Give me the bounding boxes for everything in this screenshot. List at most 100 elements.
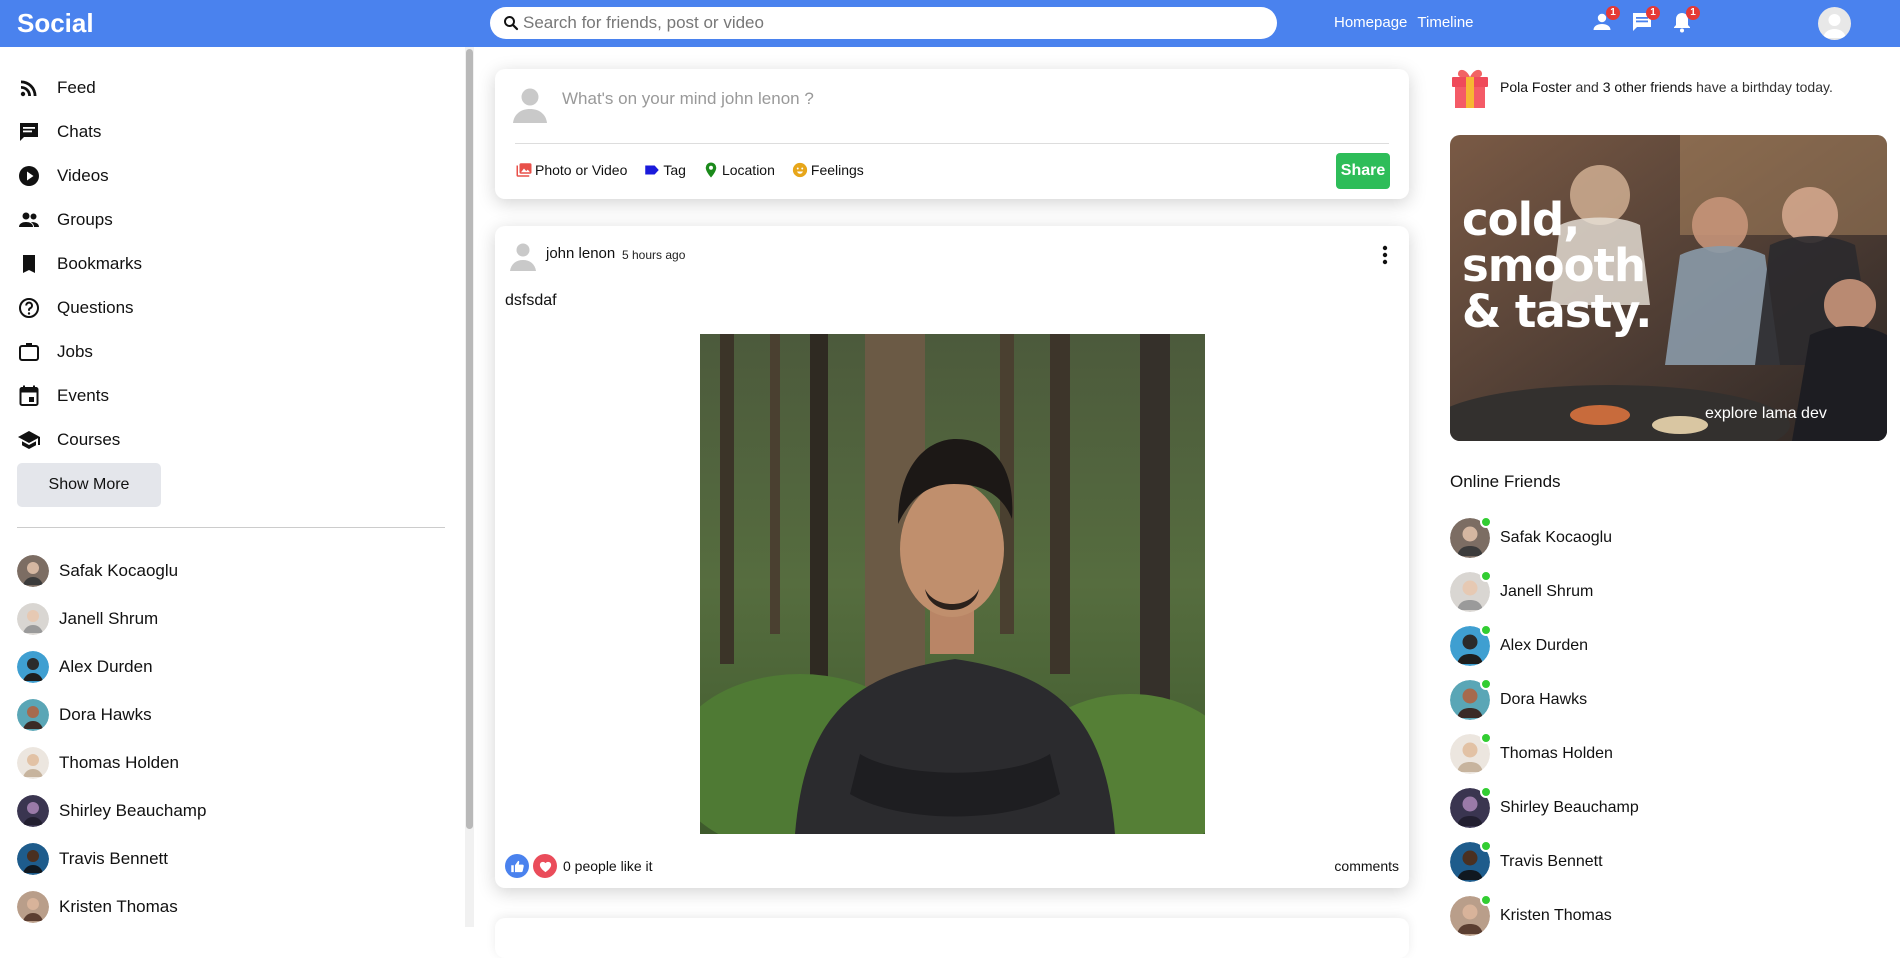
- love-button[interactable]: [533, 854, 557, 878]
- gift-icon: [1452, 69, 1488, 108]
- online-friends-list: Safak Kocaoglu Janell Shrum Alex Durden …: [1450, 511, 1639, 943]
- sidebar-item-label: Groups: [57, 210, 113, 229]
- online-friend[interactable]: Janell Shrum: [1450, 565, 1639, 619]
- share-box: Photo or Video Tag Location Feelings Sha…: [495, 69, 1409, 199]
- ad-tagline: explore lama dev: [1705, 405, 1827, 422]
- option-label: Feelings: [810, 162, 864, 178]
- emoji-icon: [792, 162, 808, 178]
- sidebar-friend[interactable]: Alex Durden: [17, 643, 206, 691]
- online-friend[interactable]: Thomas Holden: [1450, 727, 1639, 781]
- app-logo[interactable]: Social: [17, 8, 94, 39]
- friend-name: Alex Durden: [59, 657, 153, 676]
- topbar: Social Homepage Timeline 1 1 1: [0, 0, 1900, 47]
- sidebar-item-label: Videos: [57, 166, 109, 185]
- post-author-avatar[interactable]: [507, 239, 539, 271]
- photo-video-option[interactable]: Photo or Video: [515, 161, 627, 179]
- post-author[interactable]: john lenon: [546, 245, 615, 262]
- homepage-link[interactable]: Homepage: [1334, 14, 1407, 31]
- online-indicator: [1480, 516, 1492, 528]
- online-friend[interactable]: Kristen Thomas: [1450, 889, 1639, 943]
- sidebar-menu: Feed Chats Videos Groups Bookmarks Quest…: [17, 66, 142, 462]
- sidebar-item-feed[interactable]: Feed: [17, 66, 142, 110]
- show-more-button[interactable]: Show More: [17, 463, 161, 507]
- birthday-name[interactable]: Pola Foster: [1500, 79, 1572, 95]
- sidebar-item-groups[interactable]: Groups: [17, 198, 142, 242]
- online-indicator: [1480, 678, 1492, 690]
- sidebar-scrollbar[interactable]: [465, 47, 474, 927]
- friend-name: Shirley Beauchamp: [1500, 799, 1639, 816]
- post-card: john lenon 5 hours ago dsfsdaf 0 people …: [495, 226, 1409, 888]
- like-button[interactable]: [505, 854, 529, 878]
- rss-feed-icon: [20, 80, 37, 97]
- sidebar-item-questions[interactable]: Questions: [17, 286, 142, 330]
- option-label: Photo or Video: [535, 162, 628, 178]
- avatar: [17, 795, 49, 827]
- online-friend[interactable]: Shirley Beauchamp: [1450, 781, 1639, 835]
- sidebar-friend[interactable]: Shirley Beauchamp: [17, 787, 206, 835]
- avatar: [17, 699, 49, 731]
- ad-headline-3: & tasty.: [1462, 285, 1652, 338]
- online-indicator: [1480, 894, 1492, 906]
- sidebar-item-label: Events: [57, 386, 109, 405]
- timeline-link[interactable]: Timeline: [1417, 14, 1473, 31]
- search-input[interactable]: [523, 13, 1263, 33]
- bookmark-icon: [23, 255, 35, 273]
- ad-headline-1: cold,: [1462, 193, 1580, 246]
- sidebar-item-label: Bookmarks: [57, 254, 143, 273]
- group-icon: [19, 212, 39, 227]
- sidebar-friend[interactable]: Janell Shrum: [17, 595, 206, 643]
- sidebar-item-bookmarks[interactable]: Bookmarks: [17, 242, 142, 286]
- online-friend[interactable]: Safak Kocaoglu: [1450, 511, 1639, 565]
- notifications-badge: 1: [1686, 6, 1700, 20]
- friend-name: Safak Kocaoglu: [1500, 529, 1613, 546]
- share-button[interactable]: Share: [1336, 153, 1390, 189]
- sidebar-item-courses[interactable]: Courses: [17, 418, 142, 462]
- search-bar[interactable]: [490, 7, 1277, 39]
- sidebar-item-label: Questions: [57, 298, 134, 317]
- sidebar-friend[interactable]: Travis Bennett: [17, 835, 206, 883]
- messages-button[interactable]: 1: [1630, 6, 1660, 34]
- share-input[interactable]: [562, 89, 1342, 109]
- sidebar-friend[interactable]: Safak Kocaoglu: [17, 547, 206, 595]
- chat-icon: [20, 123, 38, 141]
- sidebar-friend[interactable]: Thomas Holden: [17, 739, 206, 787]
- friend-name: Shirley Beauchamp: [59, 801, 207, 820]
- sidebar-friend[interactable]: Dora Hawks: [17, 691, 206, 739]
- friend-name: Travis Bennett: [1500, 853, 1603, 870]
- online-friend[interactable]: Alex Durden: [1450, 619, 1639, 673]
- friend-requests-badge: 1: [1606, 6, 1620, 20]
- sidebar-item-chats[interactable]: Chats: [17, 110, 142, 154]
- post-date: 5 hours ago: [622, 248, 686, 262]
- sidebar-friend[interactable]: Kristen Thomas: [17, 883, 206, 927]
- sidebar-item-label: Jobs: [57, 342, 93, 361]
- online-friend[interactable]: Travis Bennett: [1450, 835, 1639, 889]
- avatar: [17, 747, 49, 779]
- online-indicator: [1480, 624, 1492, 636]
- more-vert-icon[interactable]: [1375, 243, 1395, 267]
- left-sidebar: Feed Chats Videos Groups Bookmarks Quest…: [0, 47, 465, 927]
- friend-name: Travis Bennett: [59, 849, 168, 868]
- sidebar-item-videos[interactable]: Videos: [17, 154, 142, 198]
- profile-avatar[interactable]: [1818, 7, 1851, 40]
- sidebar-item-label: Courses: [57, 430, 121, 449]
- feelings-option[interactable]: Feelings: [791, 161, 864, 179]
- perm-media-icon: [516, 163, 532, 177]
- birthday-others[interactable]: 3 other friends: [1603, 79, 1693, 95]
- scrollbar-thumb[interactable]: [466, 49, 473, 829]
- friend-name: Safak Kocaoglu: [59, 561, 179, 580]
- sidebar-item-jobs[interactable]: Jobs: [17, 330, 142, 374]
- online-friends-title: Online Friends: [1450, 472, 1561, 491]
- online-friend[interactable]: Dora Hawks: [1450, 673, 1639, 727]
- birthday-notice: Pola Foster and 3 other friends have a b…: [1450, 65, 1833, 109]
- notifications-button[interactable]: 1: [1670, 6, 1700, 34]
- tag-option[interactable]: Tag: [643, 161, 686, 179]
- sidebar-item-events[interactable]: Events: [17, 374, 142, 418]
- school-icon: [18, 431, 40, 449]
- comments-link[interactable]: comments: [1334, 858, 1399, 874]
- user-avatar: [513, 88, 547, 123]
- friend-requests-button[interactable]: 1: [1590, 6, 1620, 34]
- avatar: [17, 603, 49, 635]
- ad-banner[interactable]: cold, smooth & tasty. explore lama dev: [1450, 135, 1887, 441]
- online-indicator: [1480, 786, 1492, 798]
- location-option[interactable]: Location: [702, 161, 775, 179]
